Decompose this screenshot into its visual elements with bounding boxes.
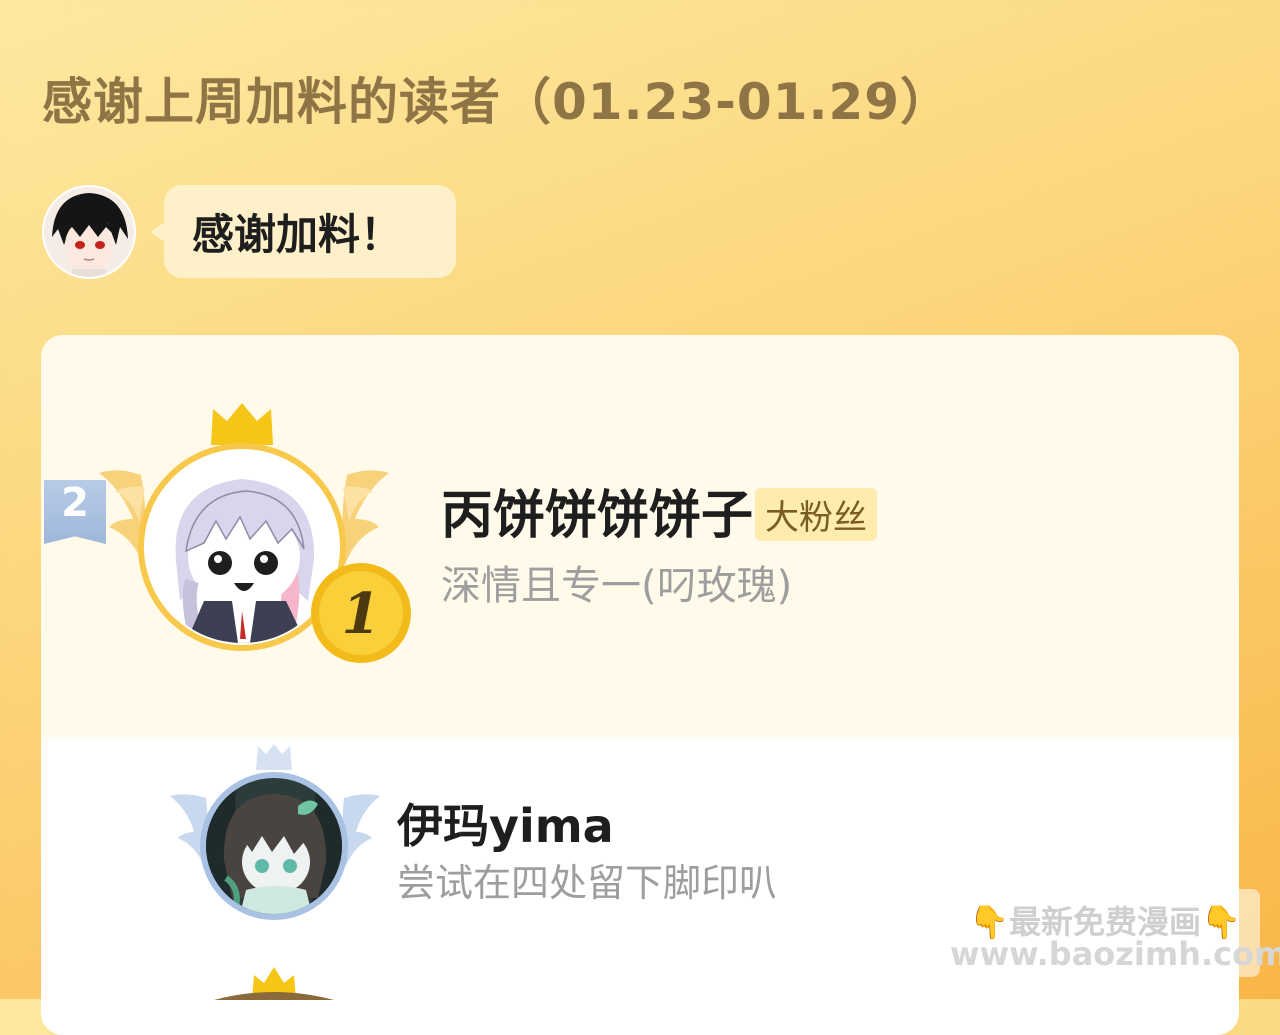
rank-1-number: 1 <box>342 581 381 647</box>
rank-2-avatar-image <box>206 778 342 914</box>
rank-1-section[interactable]: 1 丙饼饼饼饼子 大粉丝 深情且专一(叼玫瑰) <box>41 335 1239 737</box>
fan-badge: 大粉丝 <box>755 488 877 541</box>
rank-1-medal-icon: 1 <box>311 563 411 663</box>
thanks-bubble-text: 感谢加料！ <box>192 210 403 259</box>
watermark[interactable]: 👇最新免费漫画👇 www.baozimh.com <box>950 889 1280 977</box>
rank-2-name[interactable]: 伊玛yima <box>397 790 614 856</box>
rank-2-avatar <box>206 778 342 914</box>
rank-2-motto: 尝试在四处留下脚印叭 <box>397 861 778 905</box>
author-avatar[interactable] <box>42 185 136 279</box>
bubble-tail <box>150 222 165 242</box>
thanks-bubble: 感谢加料！ <box>164 185 456 278</box>
rank-2-avatar-frame[interactable] <box>170 744 380 924</box>
rank-2-number: 2 <box>61 480 89 526</box>
rank-1-name[interactable]: 丙饼饼饼饼子 <box>441 473 753 548</box>
watermark-url[interactable]: www.baozimh.com <box>950 935 1280 973</box>
rank-1-avatar-frame[interactable]: 1 <box>99 397 411 677</box>
author-avatar-image <box>44 187 134 277</box>
rank-1-motto: 深情且专一(叼玫瑰) <box>441 563 793 609</box>
rank-2-tag: 2 <box>44 480 106 544</box>
page-title: 感谢上周加料的读者（01.23-01.29） <box>42 73 952 131</box>
